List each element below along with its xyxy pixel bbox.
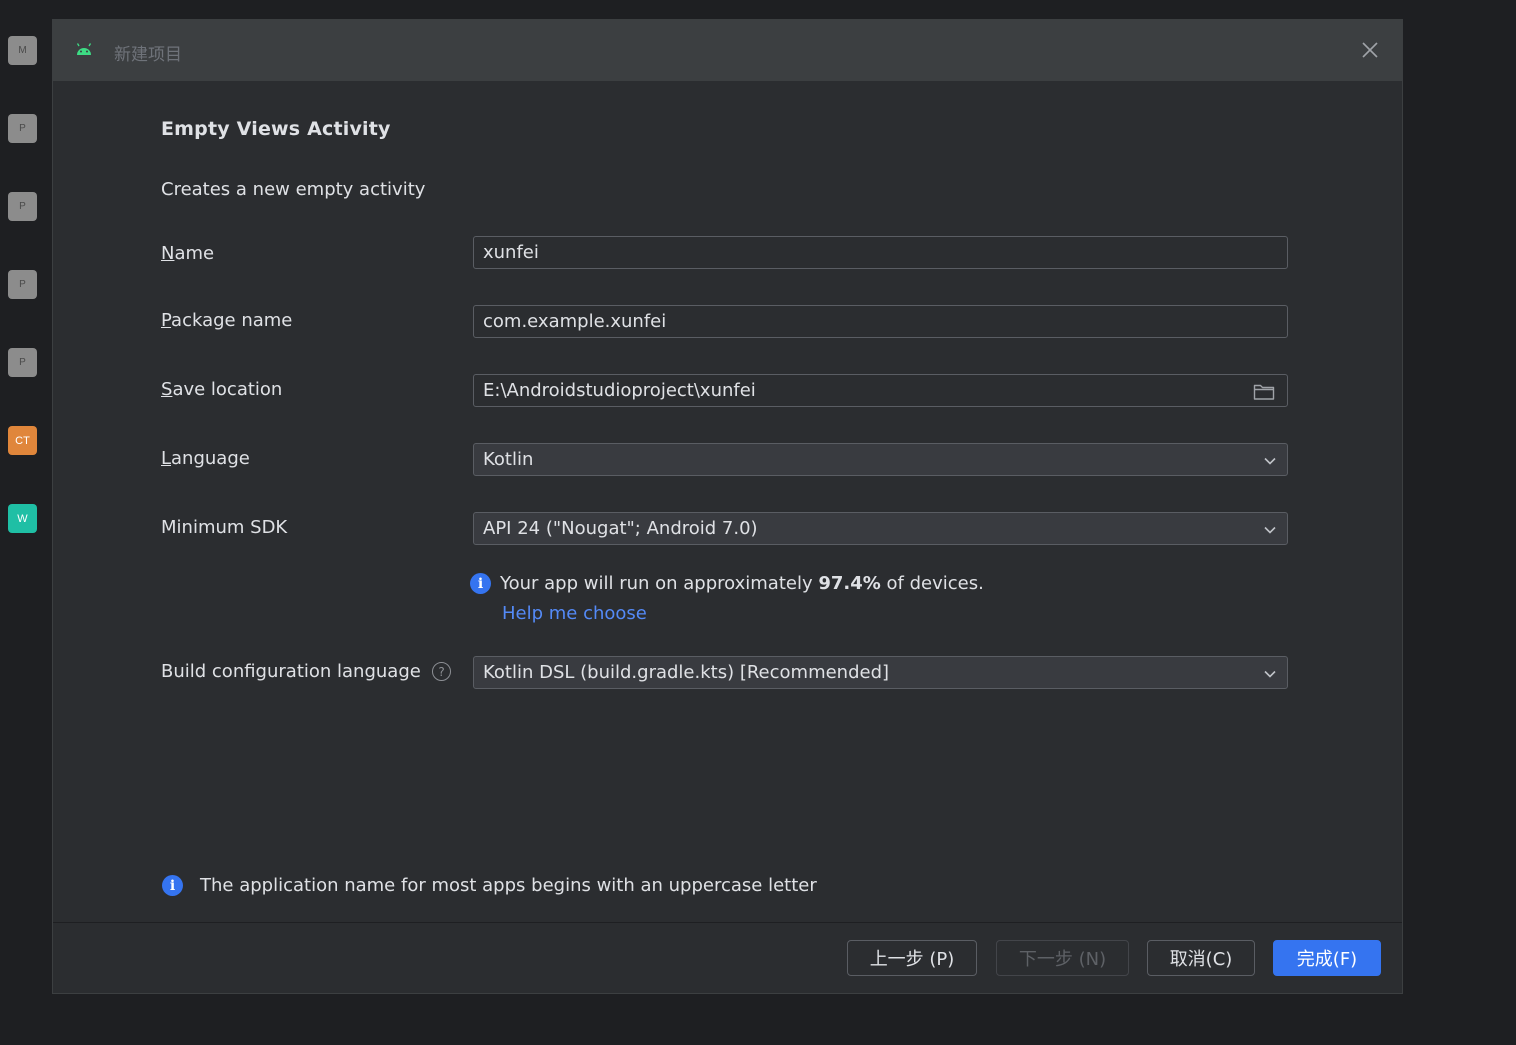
dialog-titlebar: 新建项目 xyxy=(53,20,1402,81)
chevron-down-icon xyxy=(1264,526,1276,534)
help-question-icon[interactable]: ? xyxy=(432,662,451,681)
android-icon xyxy=(76,43,92,55)
name-input[interactable] xyxy=(483,237,1243,268)
project-icon-label: W xyxy=(17,512,28,525)
project-icon-p2[interactable]: P xyxy=(8,192,37,221)
project-icon-p3[interactable]: P xyxy=(8,270,37,299)
language-select[interactable]: Kotlin xyxy=(473,443,1288,476)
min-sdk-label: Minimum SDK xyxy=(161,517,288,538)
save-location-label: Save location xyxy=(161,379,282,400)
sdk-info-prefix: Your app will run on approximately xyxy=(500,573,819,594)
template-description: Creates a new empty activity xyxy=(161,179,426,200)
next-button[interactable]: 下一步 (N) xyxy=(996,940,1129,976)
validation-info-text: The application name for most apps begin… xyxy=(200,875,817,896)
project-icon-label: P xyxy=(19,279,26,290)
dialog-footer: 上一步 (P) 下一步 (N) 取消(C) 完成(F) xyxy=(53,922,1402,993)
sdk-info-suffix: of devices. xyxy=(880,573,984,594)
sdk-info-percent: 97.4% xyxy=(818,573,881,594)
save-location-field[interactable] xyxy=(473,374,1288,407)
close-icon xyxy=(1362,42,1378,58)
project-icon-p4[interactable]: P xyxy=(8,348,37,377)
save-location-input[interactable] xyxy=(483,375,1243,406)
help-me-choose-link[interactable]: Help me choose xyxy=(502,603,647,624)
finish-button[interactable]: 完成(F) xyxy=(1273,940,1381,976)
name-label-text: ame xyxy=(174,243,215,264)
cancel-button[interactable]: 取消(C) xyxy=(1147,940,1255,976)
build-config-value: Kotlin DSL (build.gradle.kts) [Recommend… xyxy=(483,662,890,683)
save-location-label-text: ave location xyxy=(172,379,283,400)
project-icon-m[interactable]: M xyxy=(8,36,37,65)
name-label: Name xyxy=(161,243,214,264)
project-icon-label: CT xyxy=(15,434,30,447)
package-label-mnemonic: P xyxy=(161,310,172,331)
min-sdk-value: API 24 ("Nougat"; Android 7.0) xyxy=(483,518,758,539)
language-label-text: anguage xyxy=(171,448,250,469)
sdk-coverage-info: i Your app will run on approximately 97.… xyxy=(470,573,984,594)
new-project-dialog: 新建项目 Empty Views Activity Creates a new … xyxy=(53,20,1402,993)
name-label-mnemonic: N xyxy=(161,243,175,264)
language-label: Language xyxy=(161,448,250,469)
language-label-mnemonic: L xyxy=(161,448,172,469)
save-location-label-mnemonic: S xyxy=(161,379,173,400)
package-field[interactable] xyxy=(473,305,1288,338)
validation-info: i The application name for most apps beg… xyxy=(162,875,817,896)
build-config-select[interactable]: Kotlin DSL (build.gradle.kts) [Recommend… xyxy=(473,656,1288,689)
package-input[interactable] xyxy=(483,306,1243,337)
project-icon-label: P xyxy=(19,201,26,212)
info-icon: i xyxy=(162,875,183,896)
project-icon-label: M xyxy=(18,45,27,56)
project-icon-p1[interactable]: P xyxy=(8,114,37,143)
language-value: Kotlin xyxy=(483,449,534,470)
previous-button[interactable]: 上一步 (P) xyxy=(847,940,977,976)
info-icon: i xyxy=(470,573,491,594)
min-sdk-select[interactable]: API 24 ("Nougat"; Android 7.0) xyxy=(473,512,1288,545)
package-label-text: ackage name xyxy=(171,310,293,331)
chevron-down-icon xyxy=(1264,670,1276,678)
project-icon-label: P xyxy=(19,123,26,134)
template-heading: Empty Views Activity xyxy=(161,118,391,140)
name-field[interactable] xyxy=(473,236,1288,269)
chevron-down-icon xyxy=(1264,457,1276,465)
package-label: Package name xyxy=(161,310,292,331)
dialog-title: 新建项目 xyxy=(114,45,182,65)
project-icon-label: P xyxy=(19,357,26,368)
folder-icon[interactable] xyxy=(1253,382,1275,401)
project-icon-ct[interactable]: CT xyxy=(8,426,37,455)
close-button[interactable] xyxy=(1358,38,1382,62)
project-icon-w[interactable]: W xyxy=(8,504,37,533)
build-config-label: Build configuration language xyxy=(161,661,421,682)
